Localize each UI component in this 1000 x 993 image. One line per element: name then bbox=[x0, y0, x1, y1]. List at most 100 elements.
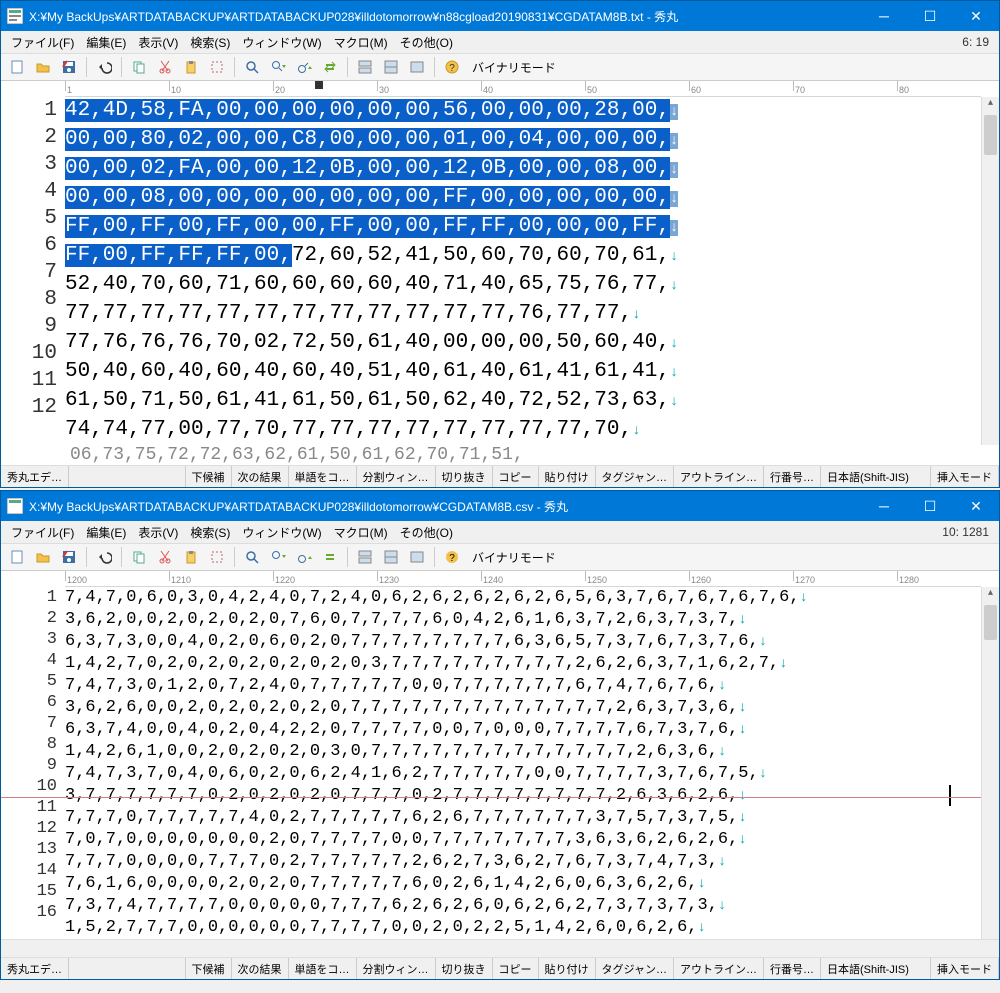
open-folder-icon[interactable] bbox=[31, 55, 55, 79]
new-file-icon[interactable] bbox=[5, 545, 29, 569]
replace-icon[interactable] bbox=[318, 545, 342, 569]
help-icon[interactable]: ? bbox=[440, 55, 464, 79]
status-6[interactable]: コピー bbox=[493, 958, 539, 979]
status-4[interactable]: 分割ウィン… bbox=[357, 466, 436, 487]
window-single-icon[interactable] bbox=[405, 545, 429, 569]
menubar-2: ファイル(F) 編集(E) 表示(V) 検索(S) ウィンドウ(W) マクロ(M… bbox=[1, 521, 999, 543]
copy-icon[interactable] bbox=[127, 545, 151, 569]
scroll-thumb[interactable] bbox=[984, 115, 997, 155]
scrollbar-vertical-2[interactable]: ▴ bbox=[981, 587, 999, 939]
window-tile-icon[interactable] bbox=[353, 545, 377, 569]
search-down-icon[interactable] bbox=[266, 545, 290, 569]
paste-icon[interactable] bbox=[179, 545, 203, 569]
copy-icon[interactable] bbox=[127, 55, 151, 79]
ruler-2[interactable]: 1200121012201230124012501260127012801290 bbox=[65, 571, 981, 587]
text-content-2[interactable]: 7,4,7,0,6,0,3,0,4,2,4,0,7,2,4,0,6,2,6,2,… bbox=[65, 587, 981, 939]
search-up-icon[interactable] bbox=[292, 55, 316, 79]
help-icon[interactable]: ? bbox=[440, 545, 464, 569]
status-encoding-2[interactable]: 日本語(Shift-JIS) bbox=[821, 958, 931, 979]
search-icon[interactable] bbox=[240, 545, 264, 569]
save-icon[interactable] bbox=[57, 55, 81, 79]
window-split-icon[interactable] bbox=[379, 545, 403, 569]
menu-macro[interactable]: マクロ(M) bbox=[328, 521, 394, 544]
editor-area-1: 123456789101112 42,4D,58,FA,00,00,00,00,… bbox=[1, 97, 999, 445]
status-6[interactable]: コピー bbox=[493, 466, 539, 487]
text-content-1[interactable]: 42,4D,58,FA,00,00,00,00,00,00,56,00,00,0… bbox=[65, 97, 981, 445]
status-7[interactable]: 貼り付け bbox=[539, 958, 596, 979]
scroll-up-icon[interactable]: ▴ bbox=[982, 97, 999, 115]
close-button[interactable]: ✕ bbox=[953, 1, 999, 31]
select-icon[interactable] bbox=[205, 545, 229, 569]
menu-other[interactable]: その他(O) bbox=[394, 521, 459, 544]
status-8[interactable]: タグジャン… bbox=[596, 958, 674, 979]
status-10[interactable]: 行番号… bbox=[764, 958, 821, 979]
status-appname[interactable]: 秀丸エデ… bbox=[1, 466, 69, 487]
status-8[interactable]: タグジャン… bbox=[596, 466, 674, 487]
menu-other[interactable]: その他(O) bbox=[394, 31, 459, 54]
status-3[interactable]: 単語をコ… bbox=[289, 466, 357, 487]
status-2[interactable]: 次の結果 bbox=[232, 958, 289, 979]
window-split-icon[interactable] bbox=[379, 55, 403, 79]
paste-icon[interactable] bbox=[179, 55, 203, 79]
status-5[interactable]: 切り抜き bbox=[436, 958, 493, 979]
menu-macro[interactable]: マクロ(M) bbox=[328, 31, 394, 54]
cut-icon[interactable] bbox=[153, 545, 177, 569]
cut-icon[interactable] bbox=[153, 55, 177, 79]
menu-view[interactable]: 表示(V) bbox=[132, 521, 184, 544]
status-9[interactable]: アウトライン… bbox=[674, 958, 764, 979]
replace-icon[interactable] bbox=[318, 55, 342, 79]
status-2[interactable]: 次の結果 bbox=[232, 466, 289, 487]
status-insert-2[interactable]: 挿入モード bbox=[931, 958, 999, 979]
search-icon[interactable] bbox=[240, 55, 264, 79]
search-up-icon[interactable] bbox=[292, 545, 316, 569]
titlebar-1[interactable]: X:¥My BackUps¥ARTDATABACKUP¥ARTDATABACKU… bbox=[1, 1, 999, 31]
menu-edit[interactable]: 編集(E) bbox=[80, 521, 132, 544]
window-1: X:¥My BackUps¥ARTDATABACKUP¥ARTDATABACKU… bbox=[0, 0, 1000, 488]
window-single-icon[interactable] bbox=[405, 55, 429, 79]
status-1[interactable]: 下候補 bbox=[186, 958, 232, 979]
ruler-1[interactable]: 1102030405060708090 bbox=[65, 81, 981, 97]
statusbar-1: 秀丸エデ… 下候補 次の結果 単語をコ… 分割ウィン… 切り抜き コピー 貼り付… bbox=[1, 465, 999, 487]
scroll-up-icon[interactable]: ▴ bbox=[982, 587, 999, 605]
status-insert-1[interactable]: 挿入モード bbox=[931, 466, 999, 487]
scrollbar-horizontal-2[interactable] bbox=[1, 939, 999, 957]
maximize-button[interactable]: ☐ bbox=[907, 491, 953, 521]
search-down-icon[interactable] bbox=[266, 55, 290, 79]
app-icon bbox=[7, 8, 23, 24]
status-10[interactable]: 行番号… bbox=[764, 466, 821, 487]
scroll-thumb[interactable] bbox=[984, 605, 997, 640]
menu-search[interactable]: 検索(S) bbox=[184, 31, 236, 54]
status-5[interactable]: 切り抜き bbox=[436, 466, 493, 487]
menu-window[interactable]: ウィンドウ(W) bbox=[236, 521, 327, 544]
status-7[interactable]: 貼り付け bbox=[539, 466, 596, 487]
titlebar-2[interactable]: X:¥My BackUps¥ARTDATABACKUP¥ARTDATABACKU… bbox=[1, 491, 999, 521]
status-1[interactable]: 下候補 bbox=[186, 466, 232, 487]
close-button[interactable]: ✕ bbox=[953, 491, 999, 521]
menu-window[interactable]: ウィンドウ(W) bbox=[236, 31, 327, 54]
minimize-button[interactable]: ─ bbox=[861, 1, 907, 31]
status-encoding-1[interactable]: 日本語(Shift-JIS) bbox=[821, 466, 931, 487]
toolbar-2: ? バイナリモード bbox=[1, 543, 999, 571]
new-file-icon[interactable] bbox=[5, 55, 29, 79]
select-icon[interactable] bbox=[205, 55, 229, 79]
menu-edit[interactable]: 編集(E) bbox=[80, 31, 132, 54]
menu-view[interactable]: 表示(V) bbox=[132, 31, 184, 54]
status-9[interactable]: アウトライン… bbox=[674, 466, 764, 487]
window-tile-icon[interactable] bbox=[353, 55, 377, 79]
svg-text:?: ? bbox=[449, 63, 455, 74]
maximize-button[interactable]: ☐ bbox=[907, 1, 953, 31]
save-icon[interactable] bbox=[57, 545, 81, 569]
statusbar-2: 秀丸エデ… 下候補 次の結果 単語をコ… 分割ウィン… 切り抜き コピー 貼り付… bbox=[1, 957, 999, 979]
menu-file[interactable]: ファイル(F) bbox=[5, 31, 80, 54]
undo-icon[interactable] bbox=[92, 545, 116, 569]
status-4[interactable]: 分割ウィン… bbox=[357, 958, 436, 979]
status-3[interactable]: 単語をコ… bbox=[289, 958, 357, 979]
menu-search[interactable]: 検索(S) bbox=[184, 521, 236, 544]
status-appname[interactable]: 秀丸エデ… bbox=[1, 958, 69, 979]
open-folder-icon[interactable] bbox=[31, 545, 55, 569]
scrollbar-vertical-1[interactable]: ▴ bbox=[981, 97, 999, 445]
line-gutter-1: 123456789101112 bbox=[1, 97, 65, 445]
undo-icon[interactable] bbox=[92, 55, 116, 79]
minimize-button[interactable]: ─ bbox=[861, 491, 907, 521]
menu-file[interactable]: ファイル(F) bbox=[5, 521, 80, 544]
